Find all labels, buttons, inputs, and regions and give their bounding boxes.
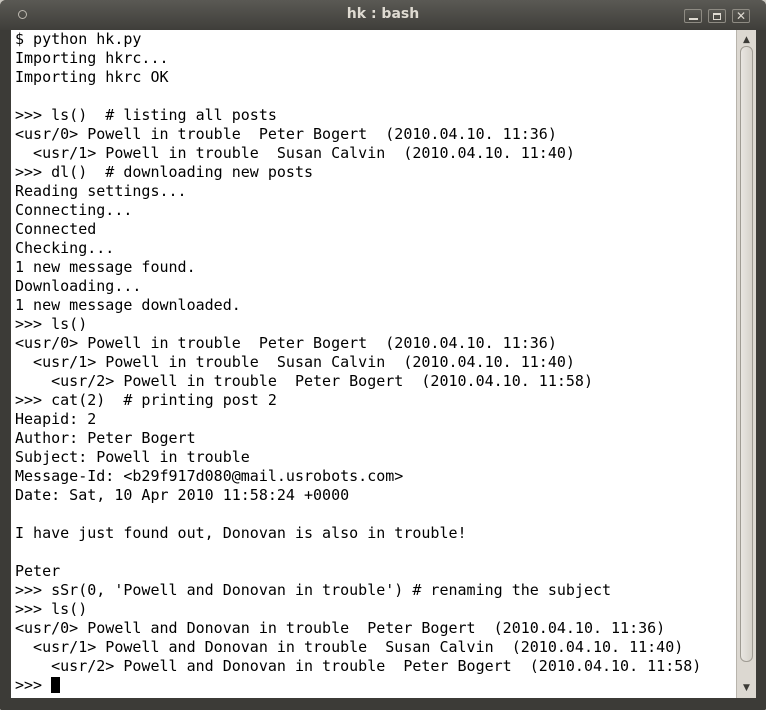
maximize-button[interactable] [708,9,726,23]
terminal-line: Connected [15,220,97,238]
terminal-line: >>> cat(2) # printing post 2 [15,391,277,409]
terminal-line: <usr/1> Powell in trouble Susan Calvin (… [15,353,575,371]
terminal-line: 1 new message downloaded. [15,296,241,314]
terminal-line: <usr/1> Powell in trouble Susan Calvin (… [15,144,575,162]
terminal-line: Author: Peter Bogert [15,429,196,447]
minimize-icon [688,17,698,20]
terminal-line: Subject: Powell in trouble [15,448,250,466]
prompt-line[interactable]: >>> [15,676,701,695]
vertical-scrollbar[interactable]: ▲ ▼ [736,30,756,698]
window-title: hk : bash [346,6,420,22]
terminal-line: Date: Sat, 10 Apr 2010 11:58:24 +0000 [15,486,350,504]
terminal-line: >>> ls() [15,315,88,333]
terminal-line: $ python hk.py [15,30,142,48]
terminal-line: 1 new message found. [15,258,196,276]
close-icon: ✕ [735,9,747,23]
terminal-line: Importing hkrc OK [15,68,169,86]
text-cursor [51,677,61,693]
terminal-line: <usr/0> Powell in trouble Peter Bogert (… [15,125,557,143]
maximize-icon [713,12,721,20]
scrollbar-thumb[interactable] [740,46,753,662]
close-button[interactable]: ✕ [732,9,750,23]
terminal-line: Peter [15,562,61,580]
terminal-window: hk : bash ✕ $ python hk.py Importing hkrc… [0,0,766,710]
prompt-text: >>> [15,676,52,694]
terminal-area[interactable]: $ python hk.py Importing hkrc... Importing… [11,30,736,698]
terminal-line: >>> ls() # listing all posts [15,106,277,124]
terminal-line: Connecting... [15,201,133,219]
terminal-output: $ python hk.py Importing hkrc... Importing… [15,30,701,695]
terminal-line: Heapid: 2 [15,410,97,428]
terminal-line: Checking... [15,239,115,257]
terminal-line: <usr/2> Powell in trouble Peter Bogert (… [15,372,593,390]
terminal-line: <usr/0> Powell in trouble Peter Bogert (… [15,334,557,352]
terminal-line: >>> sSr(0, 'Powell and Donovan in troubl… [15,581,612,599]
terminal-line: >>> dl() # downloading new posts [15,163,314,181]
terminal-line: <usr/0> Powell and Donovan in trouble Pe… [15,619,666,637]
terminal-line: Downloading... [15,277,142,295]
window-bottom-border [0,698,766,710]
title-bar[interactable]: hk : bash ✕ [0,0,766,30]
terminal-line: I have just found out, Donovan is also i… [15,524,467,542]
terminal-line: Reading settings... [15,182,187,200]
terminal-line: <usr/1> Powell and Donovan in trouble Su… [15,638,684,656]
minimize-button[interactable] [684,9,702,23]
scroll-down-arrow-icon[interactable]: ▼ [737,680,756,696]
terminal-line: Message-Id: <b29f917d080@mail.usrobots.c… [15,467,404,485]
terminal-line: >>> ls() [15,600,88,618]
terminal-line: Importing hkrc... [15,49,169,67]
terminal-line: <usr/2> Powell and Donovan in trouble Pe… [15,657,702,675]
